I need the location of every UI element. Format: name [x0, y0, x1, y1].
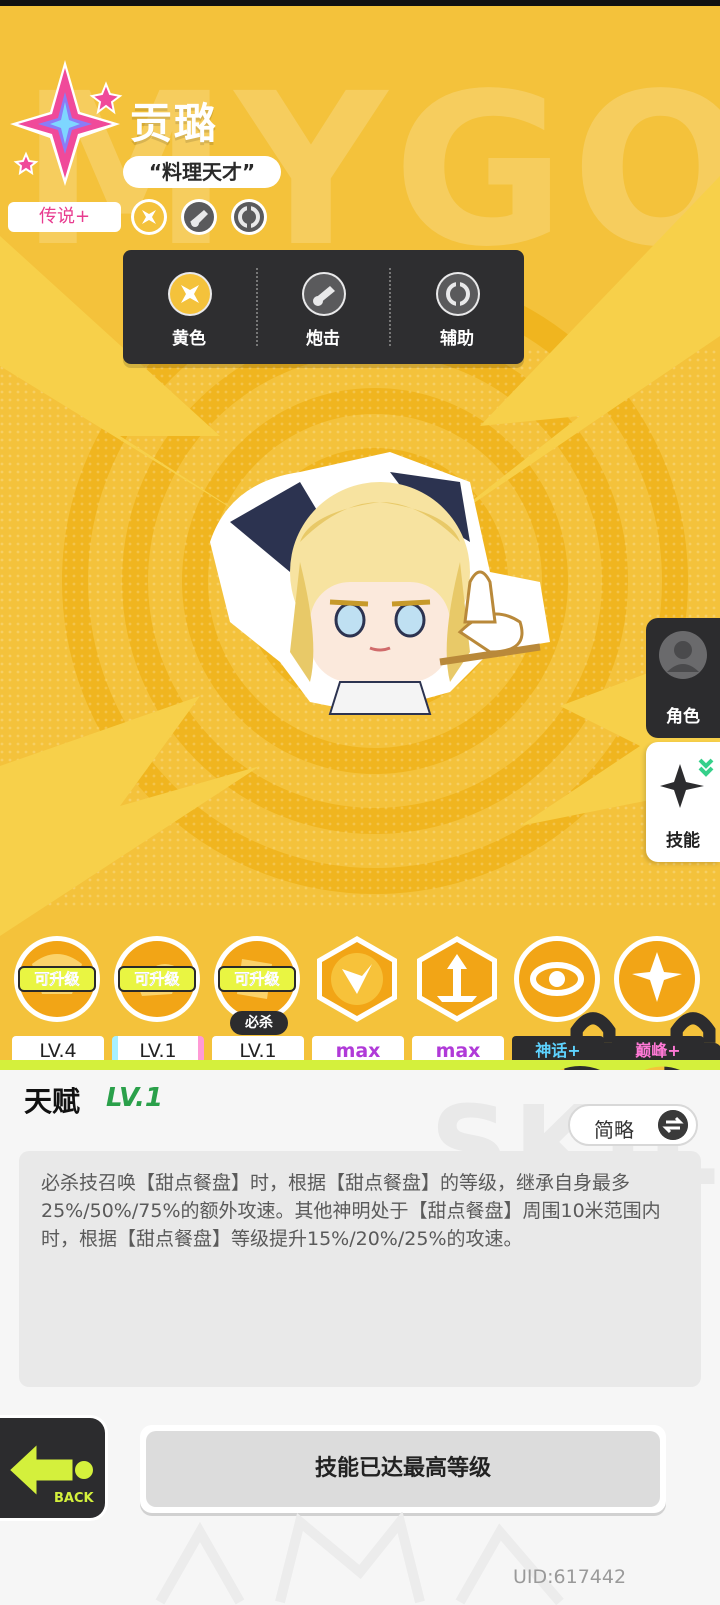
character-hero-area: MYGOD 贡璐 “料理天才” 传说+ — [0, 6, 720, 1070]
support-icon[interactable] — [230, 198, 268, 236]
tab-role[interactable]: 角色 — [646, 618, 720, 738]
back-button[interactable]: BACK — [0, 1415, 108, 1521]
skill-slot-6[interactable] — [512, 934, 622, 1070]
sparkle-icon — [660, 758, 714, 808]
character-name: 贡璐 — [130, 99, 219, 148]
brief-toggle-button[interactable]: 简略 — [568, 1104, 698, 1146]
talent-level: LV.1 — [106, 1083, 164, 1113]
max-level-button[interactable]: 技能已达最高等级 — [140, 1425, 666, 1513]
talent-title: 天赋 — [24, 1085, 81, 1118]
upgrade-badge: 可升级 — [18, 966, 96, 992]
skill-slot-1[interactable]: 可升级 — [12, 934, 102, 1024]
yellow-element-icon[interactable] — [130, 198, 168, 236]
class-item-element[interactable]: 黄色 — [123, 250, 255, 364]
rarity-badge: 传说+ — [8, 202, 121, 232]
background-sketch — [155, 1512, 564, 1605]
upgrade-badge: 可升级 — [118, 966, 196, 992]
talent-description: 必杀技召唤【甜点餐盘】时，根据【甜点餐盘】的等级，继承自身最多25%/50%/7… — [19, 1151, 701, 1387]
back-label: BACK — [54, 1491, 95, 1506]
support-icon — [436, 272, 480, 316]
upgrade-badge: 可升级 — [218, 966, 296, 992]
avatar-icon — [659, 631, 707, 679]
skill-slot-2[interactable]: 可升级 — [112, 934, 202, 1024]
toggle-label: 简略 — [594, 1118, 634, 1142]
class-label: 炮击 — [306, 329, 340, 349]
cannon-icon — [302, 272, 346, 316]
skill-slot-5[interactable] — [412, 934, 502, 1024]
class-item-role[interactable]: 辅助 — [391, 250, 523, 364]
ultimate-tag: 必杀 — [230, 1011, 288, 1035]
character-illustration — [210, 452, 550, 715]
class-info-panel: 黄色 炮击 辅助 — [123, 250, 524, 364]
yellow-element-icon — [168, 272, 212, 316]
tab-label: 角色 — [666, 707, 700, 727]
max-level-label: 技能已达最高等级 — [146, 1431, 660, 1507]
class-label: 黄色 — [172, 329, 206, 349]
rarity-emblem-icon — [10, 60, 123, 186]
swap-icon — [658, 1110, 688, 1140]
tab-skill[interactable]: 技能 — [646, 742, 720, 862]
user-id: UID:617442 — [513, 1566, 627, 1588]
cannon-icon[interactable] — [180, 198, 218, 236]
character-title: “料理天才” — [123, 156, 281, 188]
skill-slot-4[interactable] — [312, 934, 402, 1024]
back-arrow-icon: BACK — [5, 1438, 95, 1506]
tab-label: 技能 — [666, 831, 700, 851]
class-item-type[interactable]: 炮击 — [257, 250, 389, 364]
class-label: 辅助 — [440, 329, 474, 349]
skill-slot-7[interactable] — [612, 934, 720, 1070]
